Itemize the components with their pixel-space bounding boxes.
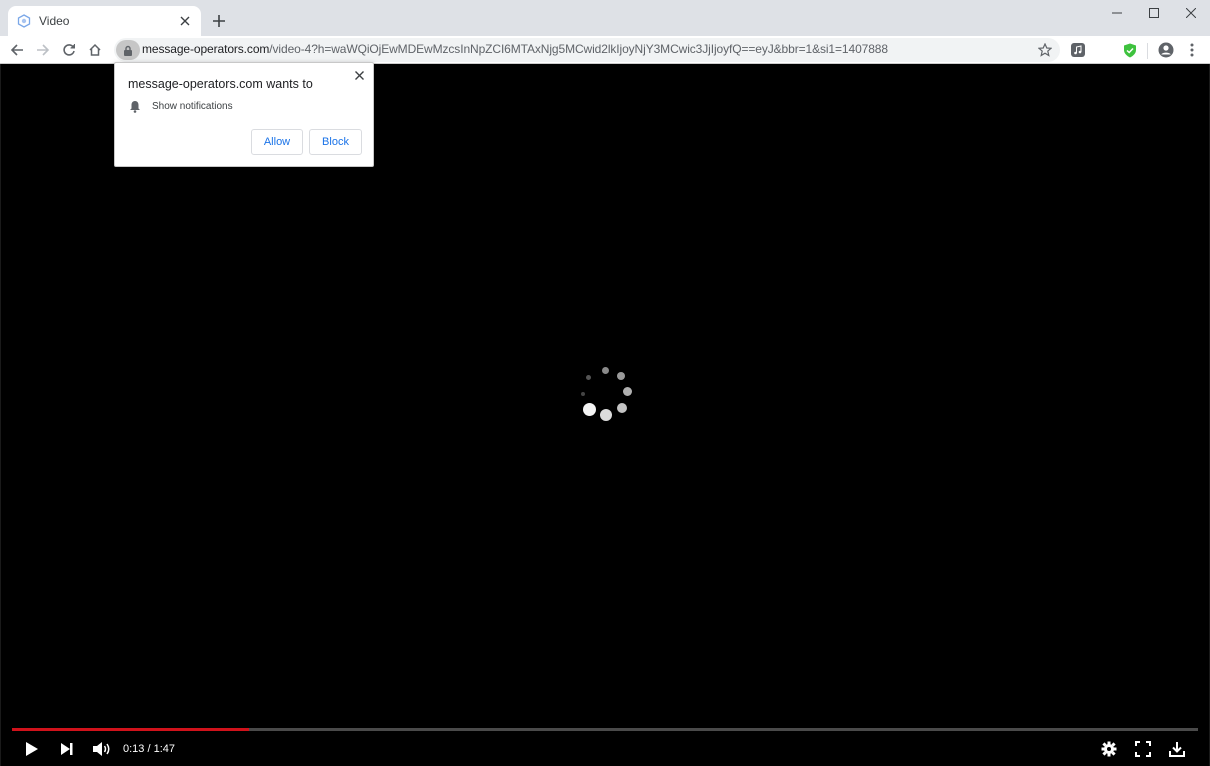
play-button[interactable]	[23, 738, 41, 760]
toolbar-separator	[1147, 43, 1148, 59]
maximize-button[interactable]	[1136, 0, 1172, 26]
globe-icon	[17, 14, 31, 28]
progress-fill	[12, 728, 250, 731]
reload-button[interactable]	[58, 39, 80, 61]
kebab-menu-icon[interactable]	[1183, 41, 1201, 59]
volume-icon	[93, 742, 110, 756]
gear-icon	[1101, 741, 1117, 757]
time-display: 0:13 / 1:47	[123, 743, 175, 755]
minimize-button[interactable]	[1099, 0, 1135, 26]
url-path: /video-4?h=waWQiOjEwMDEwMzcsInNpZCI6MTAx…	[269, 42, 888, 56]
browser-toolbar: message-operators.com/video-4?h=waWQiOjE…	[0, 36, 1210, 64]
fullscreen-button[interactable]	[1133, 738, 1153, 760]
popup-close-icon[interactable]	[351, 67, 367, 83]
url-domain: message-operators.com	[142, 42, 270, 56]
notification-permission-popup: message-operators.com wants to Show noti…	[114, 62, 374, 167]
popup-title: message-operators.com wants to	[128, 77, 313, 91]
bell-icon	[130, 101, 140, 113]
fullscreen-icon	[1135, 741, 1151, 757]
reload-icon	[63, 44, 75, 56]
block-button[interactable]: Block	[309, 129, 362, 155]
home-icon	[89, 43, 101, 56]
close-window-button[interactable]	[1173, 0, 1209, 26]
tab-video[interactable]: Video	[8, 6, 201, 36]
play-icon	[26, 742, 38, 756]
new-tab-button[interactable]	[208, 10, 230, 32]
forward-button[interactable]	[32, 39, 54, 61]
lock-icon	[124, 45, 132, 56]
address-bar[interactable]: message-operators.com/video-4?h=waWQiOjE…	[114, 38, 1060, 62]
loading-spinner-icon	[578, 363, 638, 423]
bookmark-star-icon[interactable]	[1036, 41, 1054, 59]
back-arrow-icon	[10, 44, 23, 56]
music-extension-icon[interactable]	[1069, 41, 1087, 59]
allow-button[interactable]: Allow	[251, 129, 303, 155]
home-button[interactable]	[84, 39, 106, 61]
site-info-button[interactable]	[116, 40, 140, 60]
account-icon[interactable]	[1157, 41, 1175, 59]
tab-close-icon[interactable]	[177, 13, 193, 29]
download-icon	[1169, 742, 1185, 757]
forward-arrow-icon	[37, 44, 50, 56]
progress-bar[interactable]	[12, 728, 1198, 731]
shield-check-extension-icon[interactable]	[1121, 41, 1139, 59]
volume-button[interactable]	[91, 738, 113, 760]
back-button[interactable]	[6, 39, 28, 61]
tab-title: Video	[39, 14, 70, 28]
next-button[interactable]	[58, 738, 76, 760]
permission-row: Show notifications	[129, 100, 233, 113]
settings-button[interactable]	[1099, 738, 1119, 760]
skip-next-icon	[61, 743, 73, 755]
tab-strip: Video	[0, 0, 1210, 36]
download-button[interactable]	[1167, 738, 1187, 760]
url-text[interactable]: message-operators.com/video-4?h=waWQiOjE…	[142, 42, 888, 56]
permission-label: Show notifications	[152, 101, 233, 112]
